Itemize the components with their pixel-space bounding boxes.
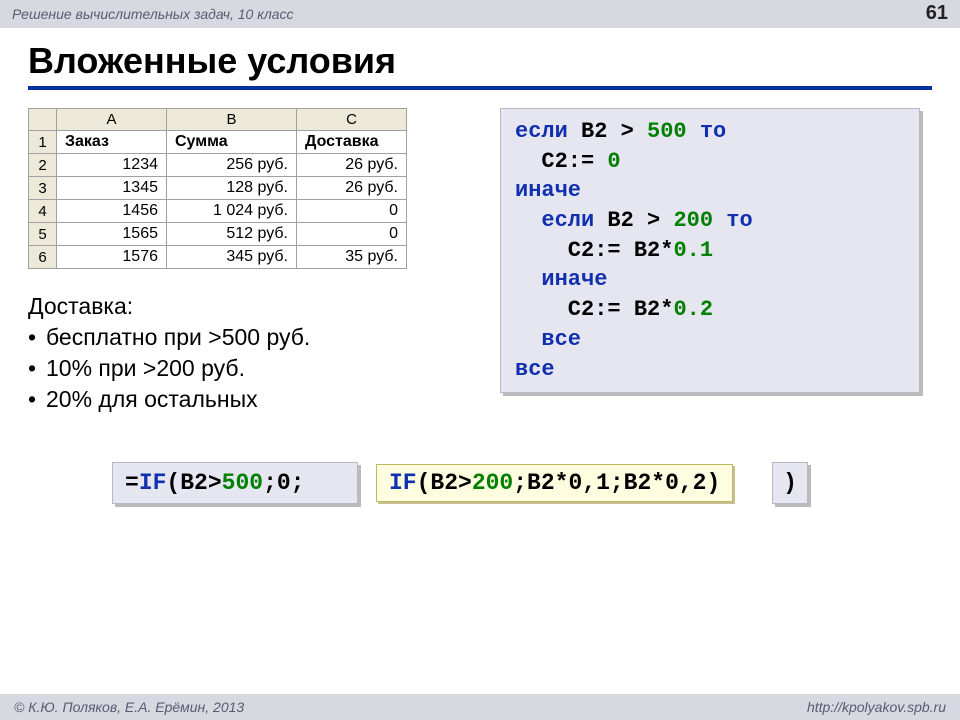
page-number: 61 (926, 2, 948, 25)
corner-cell (29, 109, 57, 131)
hdr-b: Сумма (167, 131, 297, 154)
footer-left: © К.Ю. Поляков, Е.А. Ерёмин, 2013 (14, 699, 244, 715)
col-b: B (167, 109, 297, 131)
table-row: 5 1565 512 руб. 0 (29, 223, 407, 246)
spreadsheet: A B C 1 Заказ Сумма Доставка 2 1234 256 … (28, 108, 407, 269)
table-row: 4 1456 1 024 руб. 0 (29, 200, 407, 223)
page-title: Вложенные условия (28, 40, 960, 82)
course-label: Решение вычислительных задач, 10 класс (12, 6, 294, 22)
header-band: Решение вычислительных задач, 10 класс 6… (0, 0, 960, 28)
formula-middle: IF(B2>200;B2*0,1;B2*0,2) (376, 464, 733, 502)
hdr-c: Доставка (297, 131, 407, 154)
col-c: C (297, 109, 407, 131)
table-row: 3 1345 128 руб. 26 руб. (29, 177, 407, 200)
col-a: A (57, 109, 167, 131)
table-row: 6 1576 345 руб. 35 руб. (29, 246, 407, 269)
formula-right: ) (772, 462, 808, 504)
table-row: 2 1234 256 руб. 26 руб. (29, 154, 407, 177)
title-rule (28, 86, 932, 90)
hdr-a: Заказ (57, 131, 167, 154)
formula-row: =IF(B2>500;0; IF(B2>200;B2*0,1;B2*0,2) ) (112, 462, 872, 506)
pseudocode-box: если B2 > 500 то C2:= 0 иначе если B2 > … (500, 108, 920, 393)
footer-right: http://kpolyakov.spb.ru (807, 699, 946, 715)
row-1: 1 (29, 131, 57, 154)
formula-left: =IF(B2>500;0; (112, 462, 358, 504)
footer-band: © К.Ю. Поляков, Е.А. Ерёмин, 2013 http:/… (0, 694, 960, 720)
